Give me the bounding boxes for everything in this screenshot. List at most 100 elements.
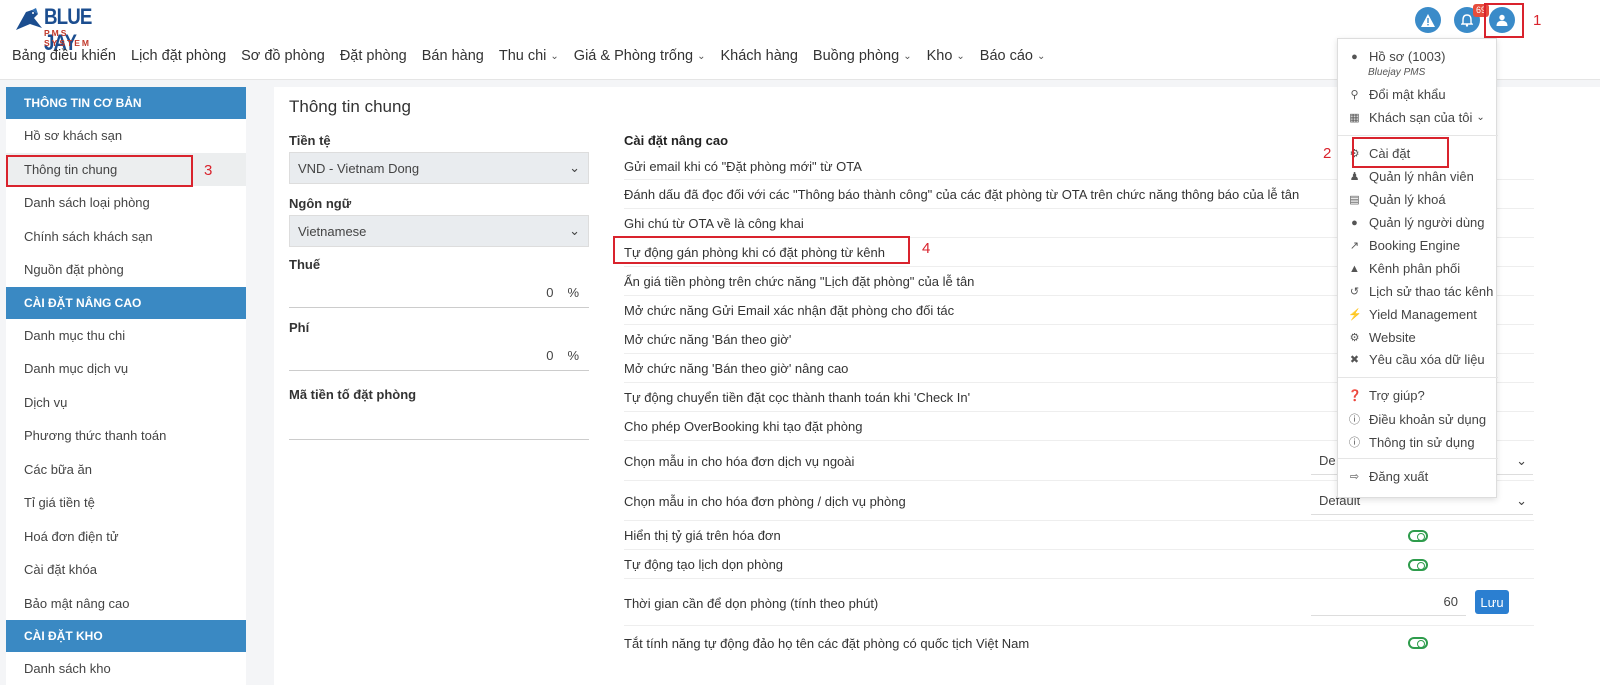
menu-item-logout[interactable]: ⇨ Đăng xuất <box>1348 469 1428 484</box>
menu-item-channel-manager[interactable]: ▲ Kênh phân phối <box>1348 261 1460 276</box>
vietnamese-name-swap-row: Tắt tính năng tự động đảo họ tên các đặt… <box>624 635 1030 651</box>
page-title: Thông tin chung <box>289 97 411 116</box>
fee-input[interactable]: 0% <box>289 341 589 371</box>
user-dropdown-menu: ● Hồ sơ (1003) Bluejay PMS ⚲ Đổi mật khẩu … <box>1337 38 1498 498</box>
nav-customers[interactable]: Khách hàng <box>721 48 798 64</box>
currency-label: Tiền tệ <box>289 133 331 148</box>
annotation-box-3 <box>6 155 193 187</box>
menu-divider <box>1338 377 1498 378</box>
nav-sales[interactable]: Bán hàng <box>422 48 484 64</box>
menu-item-yield-management[interactable]: ⚡ Yield Management <box>1348 307 1477 322</box>
sidebar-section-basic: THÔNG TIN CƠ BẢN <box>6 87 246 119</box>
chevron-down-icon: ⌄ <box>1516 492 1527 508</box>
chevron-down-icon: ⌄ <box>956 50 965 62</box>
profile-subtitle: Bluejay PMS <box>1368 67 1426 78</box>
sidebar-item-lock-settings[interactable]: Cài đặt khóa <box>6 553 246 587</box>
sidebar-item-warehouse-list[interactable]: Danh sách kho <box>6 652 246 685</box>
menu-item-profile[interactable]: ● Hồ sơ (1003) <box>1348 49 1445 64</box>
name-swap-toggle[interactable] <box>1408 637 1428 649</box>
annotation-number-4: 4 <box>922 240 931 257</box>
menu-item-usage-info[interactable]: ⓘ Thông tin sử dụng <box>1348 434 1475 450</box>
language-select[interactable]: Vietnamese ⌄ <box>289 215 589 247</box>
annotation-box-4 <box>613 236 910 264</box>
chevron-down-icon: ⌄ <box>903 50 912 62</box>
info-icon: ⓘ <box>1349 437 1360 449</box>
logout-icon: ⇨ <box>1349 471 1360 483</box>
menu-item-delete-data-request[interactable]: ✖ Yêu cầu xóa dữ liệu <box>1348 352 1485 367</box>
menu-item-user-management[interactable]: ● Quản lý người dùng <box>1348 215 1484 230</box>
info-icon: ⓘ <box>1349 414 1360 426</box>
menu-item-help[interactable]: ❓ Trợ giúp? <box>1348 388 1425 403</box>
user-icon: ● <box>1351 50 1358 63</box>
currency-select[interactable]: VND - Vietnam Dong ⌄ <box>289 152 589 184</box>
nav-income-expense[interactable]: Thu chi ⌄ <box>499 48 559 64</box>
menu-item-my-hotels[interactable]: ▦ Khách sạn của tôi ⌄ <box>1348 110 1484 125</box>
annotation-number-3: 3 <box>204 162 213 179</box>
menu-item-staff-management[interactable]: ♟ Quản lý nhân viên <box>1348 169 1474 184</box>
nav-reports[interactable]: Báo cáo ⌄ <box>980 48 1046 64</box>
menu-item-booking-engine[interactable]: ↗ Booking Engine <box>1348 238 1460 253</box>
auto-cleaning-toggle[interactable] <box>1408 559 1428 571</box>
nav-rates-availability[interactable]: Giá & Phòng trống ⌄ <box>574 48 706 64</box>
external-link-icon: ↗ <box>1349 240 1360 252</box>
exchange-rate-toggle[interactable] <box>1408 530 1428 542</box>
cleaning-time-input[interactable]: 60 <box>1311 594 1466 616</box>
sidebar-item-room-types[interactable]: Danh sách loại phòng <box>6 186 246 220</box>
nav-housekeeping[interactable]: Buồng phòng ⌄ <box>813 48 912 64</box>
chevron-down-icon: ⌄ <box>550 50 559 62</box>
menu-item-lock-management[interactable]: ▤ Quản lý khoá <box>1348 192 1445 207</box>
chevron-down-icon: ⌄ <box>569 160 580 175</box>
annotation-number-1: 1 <box>1533 12 1542 29</box>
tax-input[interactable]: 0% <box>289 278 589 308</box>
menu-item-change-password[interactable]: ⚲ Đổi mật khẩu <box>1348 87 1445 102</box>
sidebar-item-payment-methods[interactable]: Phương thức thanh toán <box>6 419 246 453</box>
sidebar-item-service-categories[interactable]: Danh mục dịch vụ <box>6 352 246 386</box>
staff-icon: ♟ <box>1349 171 1360 183</box>
menu-item-terms[interactable]: ⓘ Điều khoản sử dụng <box>1348 411 1486 427</box>
chevron-down-icon: ⌄ <box>1516 452 1527 468</box>
tax-label: Thuế <box>289 257 321 272</box>
warning-button[interactable] <box>1415 7 1441 33</box>
menu-divider <box>1338 135 1498 136</box>
sidebar-item-advanced-security[interactable]: Bảo mật nâng cao <box>6 587 246 621</box>
menu-item-website[interactable]: ⚙ Website <box>1348 330 1416 345</box>
general-form: Tiền tệ VND - Vietnam Dong ⌄ Ngôn ngữ Vie… <box>289 133 589 440</box>
sidebar-item-hotel-policy[interactable]: Chính sách khách sạn <box>6 220 246 254</box>
annotation-number-2: 2 <box>1323 145 1332 162</box>
booking-prefix-input[interactable] <box>289 410 589 440</box>
sidebar-item-meals[interactable]: Các bữa ăn <box>6 453 246 487</box>
gear-icon: ⚙ <box>1349 332 1360 344</box>
history-icon: ↺ <box>1349 286 1360 298</box>
sidebar-item-e-invoice[interactable]: Hoá đơn điện tử <box>6 520 246 554</box>
nav-inventory[interactable]: Kho ⌄ <box>927 48 965 64</box>
auto-cleaning-schedule-row: Tự động tạo lịch dọn phòng <box>624 551 1534 579</box>
bell-icon <box>1461 13 1473 27</box>
nav-dashboard[interactable]: Bảng điều khiển <box>12 48 116 64</box>
nav-room-map[interactable]: Sơ đồ phòng <box>241 48 325 64</box>
chevron-down-icon: ⌄ <box>569 223 580 238</box>
card-icon: ▤ <box>1349 194 1360 206</box>
annotation-box-2 <box>1352 137 1449 168</box>
question-icon: ❓ <box>1348 390 1362 402</box>
sidebar-item-hotel-profile[interactable]: Hồ sơ khách sạn <box>6 119 246 153</box>
menu-divider <box>1338 458 1498 459</box>
close-icon: ✖ <box>1349 354 1360 366</box>
sidebar-item-income-expense-categories[interactable]: Danh mục thu chi <box>6 319 246 353</box>
language-label: Ngôn ngữ <box>289 196 352 211</box>
menu-item-channel-history[interactable]: ↺ Lịch sử thao tác kênh <box>1348 284 1493 299</box>
brand-logo[interactable]: BLUE JAY PMS SYSTEM <box>14 2 114 55</box>
nav-booking[interactable]: Đặt phòng <box>340 48 407 64</box>
brand-tagline: PMS SYSTEM <box>44 28 91 48</box>
building-icon: ▦ <box>1349 112 1360 124</box>
sidebar-item-exchange-rates[interactable]: Tỉ giá tiền tệ <box>6 486 246 520</box>
key-icon: ⚲ <box>1350 89 1359 101</box>
main-nav: Bảng điều khiển Lịch đặt phòng Sơ đồ phò… <box>12 48 1060 64</box>
sidebar-item-services[interactable]: Dịch vụ <box>6 386 246 420</box>
save-button[interactable]: Lưu <box>1475 590 1509 614</box>
exchange-rate-on-invoice-row: Hiển thị tỷ giá trên hóa đơn <box>624 522 1534 550</box>
chevron-down-icon: ⌄ <box>1037 50 1046 62</box>
annotation-box-1 <box>1484 3 1524 38</box>
nav-booking-calendar[interactable]: Lịch đặt phòng <box>131 48 226 64</box>
fee-label: Phí <box>289 320 310 335</box>
sidebar-item-booking-sources[interactable]: Nguồn đặt phòng <box>6 253 246 287</box>
